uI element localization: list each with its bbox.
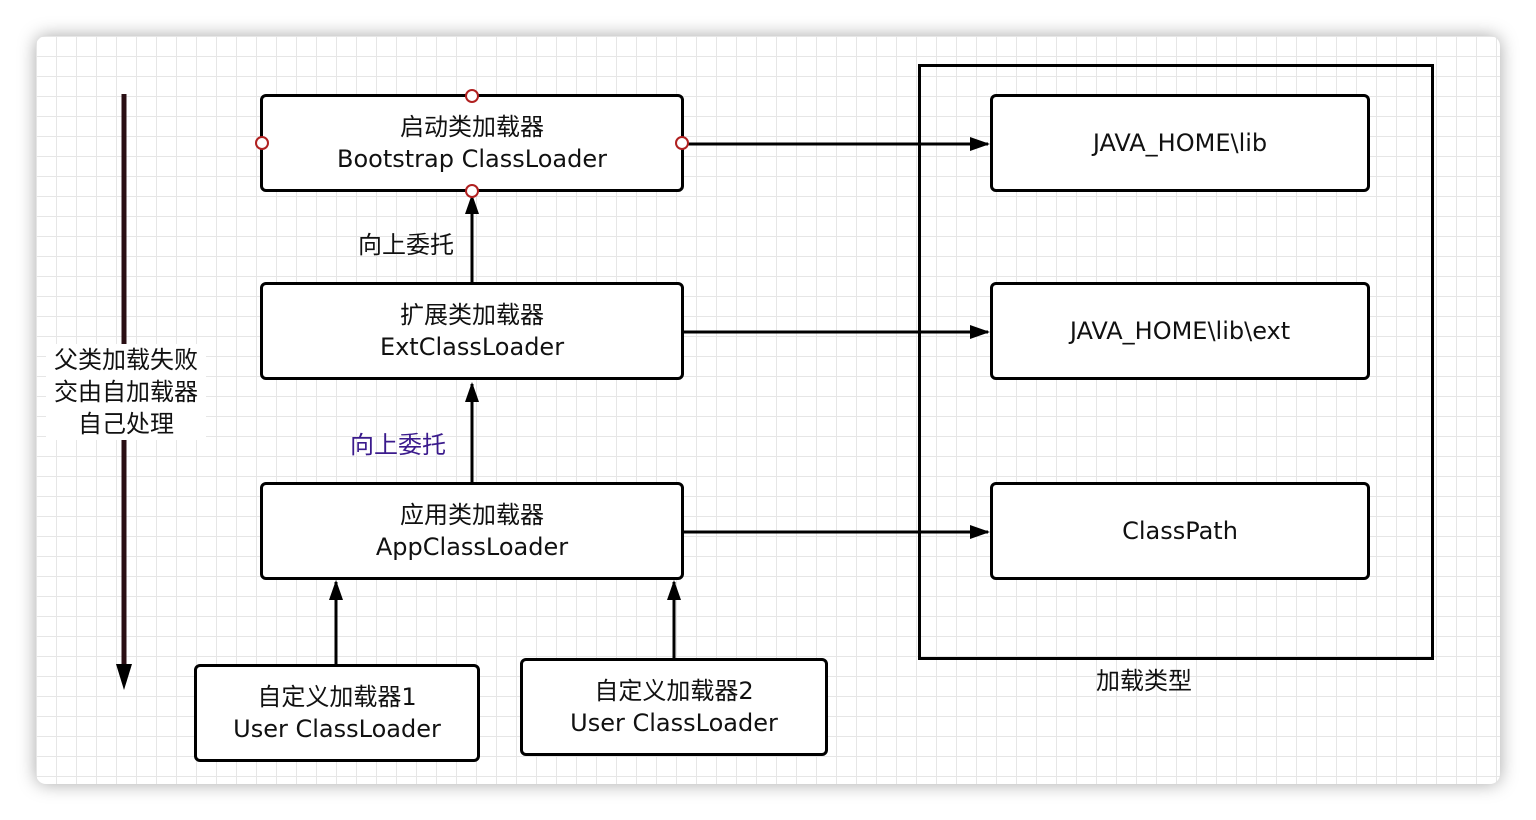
delegate-upward-label-upper: 向上委托 xyxy=(358,231,454,259)
user-classloader-1-node[interactable]: 自定义加载器1 User ClassLoader xyxy=(194,664,480,762)
user-classloader-2-node[interactable]: 自定义加载器2 User ClassLoader xyxy=(520,658,828,756)
load-type-caption: 加载类型 xyxy=(1096,667,1192,695)
delegate-upward-label-lower: 向上委托 xyxy=(350,431,446,459)
ext-classloader-node[interactable]: 扩展类加载器 ExtClassLoader xyxy=(260,282,684,380)
path-label: ClassPath xyxy=(1122,517,1238,545)
failure-note-line: 自己处理 xyxy=(78,410,174,438)
node-title: 启动类加载器 xyxy=(400,113,544,141)
node-subtitle: User ClassLoader xyxy=(570,709,778,737)
node-title: 自定义加载器1 xyxy=(257,683,417,711)
node-title: 应用类加载器 xyxy=(400,501,544,529)
node-subtitle: Bootstrap ClassLoader xyxy=(337,145,607,173)
node-title: 扩展类加载器 xyxy=(400,301,544,329)
parent-failure-note: 父类加载失败 交由自加载器 自己处理 xyxy=(46,344,206,440)
classpath-node[interactable]: ClassPath xyxy=(990,482,1370,580)
path-label: JAVA_HOME\lib\ext xyxy=(1069,317,1291,345)
node-subtitle: ExtClassLoader xyxy=(379,333,565,361)
java-home-lib-ext-node[interactable]: JAVA_HOME\lib\ext xyxy=(990,282,1370,380)
app-classloader-node[interactable]: 应用类加载器 AppClassLoader xyxy=(260,482,684,580)
node-subtitle: User ClassLoader xyxy=(233,715,441,743)
node-title: 自定义加载器2 xyxy=(594,677,754,705)
java-home-lib-node[interactable]: JAVA_HOME\lib xyxy=(990,94,1370,192)
diagram-canvas: 启动类加载器 Bootstrap ClassLoader 扩展类加载器 ExtC… xyxy=(36,36,1500,784)
failure-note-line: 父类加载失败 xyxy=(54,346,198,374)
parent-failure-down-arrowhead xyxy=(116,664,132,690)
failure-note-line: 交由自加载器 xyxy=(54,378,198,406)
bootstrap-classloader-node[interactable]: 启动类加载器 Bootstrap ClassLoader xyxy=(260,94,684,192)
node-subtitle: AppClassLoader xyxy=(375,533,569,561)
path-label: JAVA_HOME\lib xyxy=(1092,129,1268,157)
